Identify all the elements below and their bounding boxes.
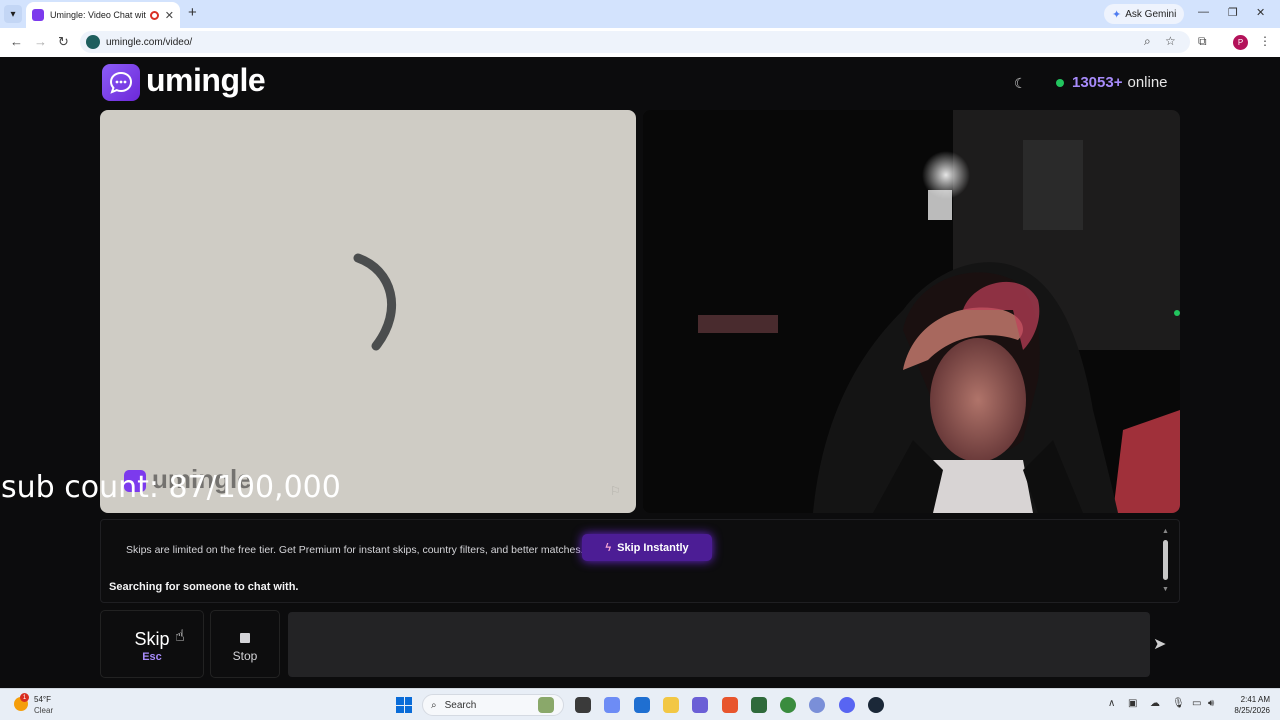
- tray-chevron-icon[interactable]: ∧: [1108, 698, 1115, 709]
- close-tab-icon[interactable]: ✕: [165, 9, 174, 22]
- tab-title: Umingle: Video Chat with Str: [50, 10, 146, 20]
- browser-menu-icon[interactable]: ⋮: [1259, 34, 1271, 48]
- extensions-icon[interactable]: ⧉: [1198, 34, 1207, 49]
- chat-status-message: Searching for someone to chat with.: [109, 581, 299, 593]
- stop-label: Stop: [232, 649, 258, 663]
- back-arrow-icon[interactable]: ←: [10, 34, 23, 49]
- umingle-logo-icon[interactable]: [102, 64, 140, 101]
- search-icon: ⌕: [431, 699, 437, 711]
- umingle-favicon-icon: [32, 9, 44, 21]
- volume-icon[interactable]: 🔊︎: [1208, 698, 1214, 709]
- skip-button[interactable]: Skip Esc: [100, 610, 204, 678]
- stop-square-icon: [240, 633, 250, 643]
- site-info-icon[interactable]: [86, 35, 100, 49]
- microphone-icon[interactable]: 🎙︎: [1172, 698, 1185, 709]
- ask-gemini-label: Ask Gemini: [1125, 8, 1177, 20]
- app-icon[interactable]: [751, 697, 767, 713]
- chat-scrollbar[interactable]: ▲ ▼: [1162, 528, 1169, 594]
- windows-start-icon[interactable]: [396, 697, 412, 713]
- profile-avatar[interactable]: P: [1233, 35, 1248, 50]
- skip-instantly-label: Skip Instantly: [617, 541, 689, 554]
- minimize-icon[interactable]: —: [1198, 6, 1209, 18]
- recording-indicator-icon: [149, 10, 159, 20]
- teams-icon[interactable]: [692, 697, 708, 713]
- close-window-icon[interactable]: ✕: [1256, 6, 1265, 19]
- search-highlight-icon: [538, 697, 554, 713]
- file-explorer-icon[interactable]: [663, 697, 679, 713]
- skip-instantly-button[interactable]: ϟ Skip Instantly: [582, 534, 712, 561]
- chat-log: Skips are limited on the free tier. Get …: [100, 519, 1180, 603]
- mouse-pointer-icon: ☝: [175, 628, 185, 645]
- stop-button[interactable]: Stop: [210, 610, 280, 678]
- system-clock[interactable]: 2:41 AM 8/25/2026: [1226, 694, 1270, 716]
- scrollbar-thumb[interactable]: [1163, 540, 1168, 580]
- lightning-bolt-icon: ϟ: [605, 541, 612, 554]
- cloud-icon[interactable]: ☁: [1150, 698, 1160, 709]
- active-app-icon[interactable]: [809, 697, 825, 713]
- chat-bubble-icon: [109, 71, 133, 94]
- dark-mode-moon-icon[interactable]: ☾: [1014, 75, 1027, 92]
- loading-spinner-icon: [353, 253, 396, 351]
- forward-arrow-icon[interactable]: →: [34, 34, 47, 49]
- bookmark-star-icon[interactable]: ☆: [1165, 34, 1176, 48]
- steam-icon[interactable]: [868, 697, 884, 713]
- browser-toolbar: ← → ↻ umingle.com/video/ ⌕ ☆ ⧉ ⋮: [0, 28, 1280, 57]
- message-input[interactable]: [288, 612, 1150, 677]
- scroll-up-icon[interactable]: ▲: [1162, 528, 1169, 535]
- brand-name[interactable]: umingle: [146, 62, 266, 99]
- self-camera-video-pane: [643, 110, 1180, 513]
- windows-taskbar: 1 54°F Clear ⌕ Search ∧ ▣ ☁ 🎙︎ ▭ 🔊︎ 2:41…: [0, 688, 1280, 720]
- address-bar[interactable]: umingle.com/video/: [80, 31, 1190, 53]
- stranger-video-pane: umingle ⚐: [100, 110, 636, 513]
- reload-icon[interactable]: ↻: [58, 34, 69, 50]
- new-tab-icon[interactable]: +: [188, 4, 197, 21]
- taskbar-search-label: Search: [444, 699, 477, 711]
- task-view-icon[interactable]: [575, 697, 591, 713]
- restore-icon[interactable]: ❐: [1228, 6, 1238, 19]
- weather-badge: 1: [20, 693, 29, 702]
- camera-feed-image: [643, 110, 1180, 513]
- browser-tab-bar: ▾ Umingle: Video Chat with Str ✕ + ✦ Ask…: [0, 0, 1280, 28]
- report-flag-icon[interactable]: ⚐: [610, 484, 621, 498]
- online-counter: 13053+ online: [1056, 74, 1168, 91]
- ask-gemini-button[interactable]: ✦ Ask Gemini: [1104, 4, 1185, 24]
- free-tier-notice: Skips are limited on the free tier. Get …: [126, 544, 584, 556]
- browser-tab-umingle[interactable]: Umingle: Video Chat with Str ✕: [26, 2, 180, 28]
- url-text: umingle.com/video/: [106, 36, 193, 48]
- brave-icon[interactable]: [722, 697, 738, 713]
- online-count: 13053+: [1072, 74, 1123, 91]
- gemini-spark-icon: ✦: [1112, 8, 1122, 21]
- tray-app-icon[interactable]: ▣: [1128, 698, 1137, 709]
- tab-search-icon[interactable]: ▾: [4, 5, 22, 23]
- clock-date: 8/25/2026: [1234, 706, 1270, 715]
- online-status-dot: [1056, 78, 1064, 87]
- skip-shortcut-label: Esc: [142, 651, 162, 663]
- clock-time: 2:41 AM: [1240, 695, 1270, 704]
- scroll-down-icon[interactable]: ▼: [1162, 586, 1169, 593]
- skip-label: Skip: [134, 629, 170, 649]
- display-icon[interactable]: ▭: [1192, 698, 1201, 709]
- online-label: online: [1127, 74, 1168, 91]
- weather-condition: Clear: [34, 706, 54, 715]
- store-icon[interactable]: [634, 697, 650, 713]
- copilot-icon[interactable]: [604, 697, 620, 713]
- sub-count-overlay: sub count: 87/100,000: [1, 470, 341, 505]
- send-icon[interactable]: ➤: [1153, 634, 1166, 654]
- discord-icon[interactable]: [839, 697, 855, 713]
- chrome-icon[interactable]: [780, 697, 796, 713]
- weather-temperature: 54°F: [34, 695, 51, 704]
- zoom-icon[interactable]: ⌕: [1144, 34, 1151, 49]
